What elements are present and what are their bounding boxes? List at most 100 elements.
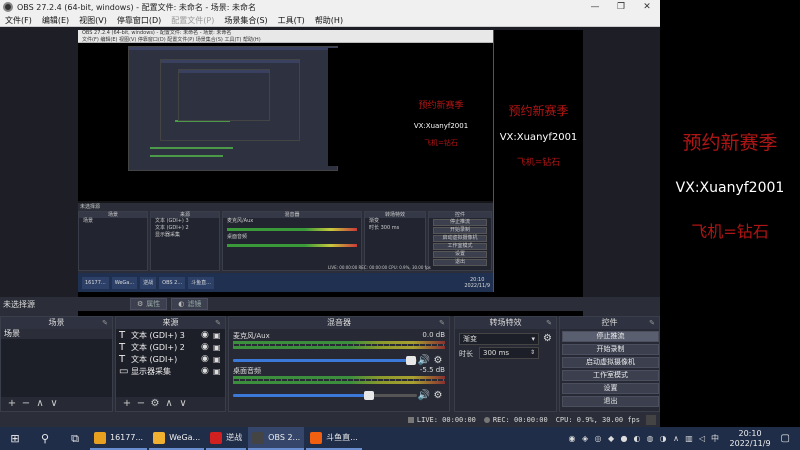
tray-app-icon[interactable]: ● bbox=[618, 434, 631, 443]
move-down-icon[interactable]: ∨ bbox=[47, 397, 61, 411]
nested-overlay-text: 预约新赛季 VX:Xuanyf2001 飞机=钻石 bbox=[388, 43, 493, 201]
controls-dock-title: 控件 bbox=[601, 318, 618, 327]
duration-value: 300 ms bbox=[483, 349, 510, 357]
task-view-icon[interactable]: ⧉ bbox=[60, 427, 90, 450]
tray-app-icon[interactable]: ◆ bbox=[605, 434, 618, 443]
filters-button[interactable]: ◐ 滤镜 bbox=[171, 298, 209, 310]
source-list[interactable]: T 文本 (GDI+) 3 ◉ ▣ T 文本 (GDI+) 2 ◉ ▣ T 文本… bbox=[116, 329, 225, 397]
tray-app-icon[interactable]: ◉ bbox=[566, 434, 579, 443]
windows-start-icon[interactable]: ⊞ bbox=[0, 427, 30, 450]
volume-slider-handle[interactable] bbox=[406, 356, 417, 365]
menu-tools[interactable]: 工具(T) bbox=[273, 15, 310, 26]
dock-float-icon[interactable]: ✎ bbox=[439, 317, 445, 329]
tray-app-icon[interactable]: ◐ bbox=[631, 434, 644, 443]
taskbar-app[interactable]: WeGa... bbox=[149, 427, 205, 450]
menu-scene-collection[interactable]: 场景集合(S) bbox=[219, 15, 272, 26]
menu-file[interactable]: 文件(F) bbox=[0, 15, 37, 26]
exit-button[interactable]: 退出 bbox=[562, 396, 659, 407]
tray-app-icon[interactable]: ◑ bbox=[657, 434, 670, 443]
source-item[interactable]: ▭ 显示器采集 ◉ ▣ bbox=[116, 365, 225, 377]
add-scene-icon[interactable]: + bbox=[5, 397, 19, 411]
gear-icon[interactable]: ⚙ bbox=[431, 390, 445, 401]
tray-app-icon[interactable]: ◎ bbox=[592, 434, 605, 443]
nested-source-item: 文本 (GDI+) 2 bbox=[155, 225, 189, 231]
notification-icon[interactable]: ▢ bbox=[781, 433, 790, 444]
taskbar-app-label: WeGa... bbox=[169, 433, 201, 442]
menu-help[interactable]: 帮助(H) bbox=[310, 15, 348, 26]
studio-mode-button[interactable]: 工作室模式 bbox=[562, 370, 659, 381]
source-item[interactable]: T 文本 (GDI+) 3 ◉ ▣ bbox=[116, 329, 225, 341]
menu-edit[interactable]: 编辑(E) bbox=[37, 15, 74, 26]
dock-float-icon[interactable]: ✎ bbox=[649, 317, 655, 329]
source-item[interactable]: T 文本 (GDI+) ◉ ▣ bbox=[116, 353, 225, 365]
scene-list[interactable]: 场景 bbox=[1, 329, 112, 397]
nested-control-button: 启动虚拟摄像机 bbox=[433, 235, 487, 242]
volume-icon[interactable]: ◁ bbox=[696, 434, 709, 443]
move-up-icon[interactable]: ∧ bbox=[33, 397, 47, 411]
dock-float-icon[interactable]: ✎ bbox=[215, 317, 221, 329]
move-up-icon[interactable]: ∧ bbox=[162, 397, 176, 411]
text-source-icon: T bbox=[119, 341, 126, 353]
taskbar-clock[interactable]: 20:10 2022/11/9 bbox=[730, 429, 771, 449]
nested-volume-meter bbox=[227, 244, 357, 247]
remove-source-icon[interactable]: − bbox=[134, 397, 148, 411]
lock-icon[interactable]: ▣ bbox=[213, 331, 225, 340]
lock-icon[interactable]: ▣ bbox=[213, 343, 225, 352]
menu-docks[interactable]: 停靠窗口(D) bbox=[112, 15, 166, 26]
menu-profile[interactable]: 配置文件(P) bbox=[166, 15, 219, 26]
preview-area[interactable]: OBS 27.2.4 (64-bit, windows) - 配置文件: 未命名… bbox=[0, 27, 660, 316]
spin-arrows-icon[interactable]: ⇕ bbox=[530, 348, 535, 358]
source-item[interactable]: T 文本 (GDI+) 2 ◉ ▣ bbox=[116, 341, 225, 353]
tray-app-icon[interactable]: ◈ bbox=[579, 434, 592, 443]
volume-slider[interactable] bbox=[233, 391, 417, 400]
dock-float-icon[interactable]: ✎ bbox=[102, 317, 108, 329]
duration-spinbox[interactable]: 300 ms ⇕ bbox=[479, 347, 539, 359]
gear-icon[interactable]: ⚙ bbox=[431, 355, 445, 366]
transition-select[interactable]: 渐变 ▾ bbox=[459, 333, 539, 345]
taskbar-app[interactable]: 逆战 bbox=[206, 427, 247, 450]
resize-grip-icon[interactable] bbox=[646, 414, 656, 425]
taskbar-app[interactable]: 16177... bbox=[90, 427, 148, 450]
volume-slider[interactable] bbox=[233, 356, 417, 365]
speaker-icon[interactable]: 🔊 bbox=[417, 355, 431, 366]
mixer-track-desktop: 桌面音频 -5.5 dB 🔊 ⚙ bbox=[233, 366, 445, 401]
start-virtual-camera-button[interactable]: 启动虚拟摄像机 bbox=[562, 357, 659, 368]
preview-canvas[interactable]: OBS 27.2.4 (64-bit, windows) - 配置文件: 未命名… bbox=[78, 30, 583, 316]
visibility-eye-icon[interactable]: ◉ bbox=[201, 342, 213, 352]
visibility-eye-icon[interactable]: ◉ bbox=[201, 366, 213, 376]
maximize-button[interactable]: ❐ bbox=[608, 2, 634, 12]
ime-icon[interactable]: 中 bbox=[709, 433, 722, 444]
remove-scene-icon[interactable]: − bbox=[19, 397, 33, 411]
move-down-icon[interactable]: ∨ bbox=[176, 397, 190, 411]
transition-settings-gear-icon[interactable]: ⚙ bbox=[543, 333, 552, 344]
menu-view[interactable]: 视图(V) bbox=[74, 15, 112, 26]
visibility-eye-icon[interactable]: ◉ bbox=[201, 354, 213, 364]
speaker-icon[interactable]: 🔊 bbox=[417, 390, 431, 401]
visibility-eye-icon[interactable]: ◉ bbox=[201, 330, 213, 340]
nested-docks: 未选择源 场景 场景 来源 文本 (GDI+) 3 文本 (GDI+) 2 显示… bbox=[78, 203, 493, 273]
taskbar-app[interactable]: 斗鱼直... bbox=[306, 427, 362, 450]
network-icon[interactable]: ▥ bbox=[683, 434, 696, 443]
tray-app-icon[interactable]: ◍ bbox=[644, 434, 657, 443]
add-source-icon[interactable]: + bbox=[120, 397, 134, 411]
stop-streaming-button[interactable]: 停止推流 bbox=[562, 331, 659, 342]
promo-line-1: 预约新赛季 bbox=[508, 104, 569, 118]
taskbar-app[interactable]: OBS 2... bbox=[248, 427, 305, 450]
minimize-button[interactable]: — bbox=[582, 2, 608, 12]
properties-button[interactable]: ⚙ 属性 bbox=[130, 298, 168, 310]
nested-control-button: 开始录制 bbox=[433, 227, 487, 234]
dock-float-icon[interactable]: ✎ bbox=[546, 317, 552, 329]
source-settings-gear-icon[interactable]: ⚙ bbox=[148, 397, 162, 411]
window-title: OBS 27.2.4 (64-bit, windows) - 配置文件: 未命名… bbox=[17, 2, 257, 12]
volume-slider-handle[interactable] bbox=[364, 391, 375, 400]
settings-button[interactable]: 设置 bbox=[562, 383, 659, 394]
source-toolbar: 未选择源 ⚙ 属性 ◐ 滤镜 bbox=[0, 297, 660, 311]
lock-icon[interactable]: ▣ bbox=[213, 355, 225, 364]
mixer-track-mic: 麦克风/Aux 0.0 dB 🔊 ⚙ bbox=[233, 331, 445, 366]
scene-item[interactable]: 场景 bbox=[1, 329, 112, 339]
close-button[interactable]: ✕ bbox=[634, 2, 660, 12]
lock-icon[interactable]: ▣ bbox=[213, 367, 225, 376]
start-recording-button[interactable]: 开始录制 bbox=[562, 344, 659, 355]
search-icon[interactable]: ⚲ bbox=[30, 427, 60, 450]
chevron-up-icon[interactable]: ∧ bbox=[670, 434, 683, 443]
